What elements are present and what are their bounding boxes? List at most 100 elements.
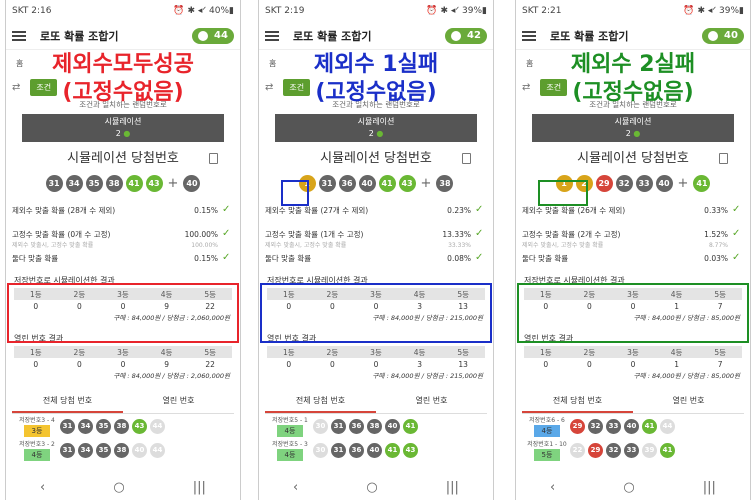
count-badge[interactable]: 42 <box>445 27 487 44</box>
history-balls: 31 34 35 38 40 44 <box>60 442 165 458</box>
probability-label: 둘다 맞출 확률 <box>12 253 59 263</box>
count-badge[interactable]: 44 <box>192 27 234 44</box>
result-tabs: 전체 당첨 번호 열린 번호 <box>265 390 487 414</box>
tab-all-winning[interactable]: 전체 당첨 번호 <box>522 390 633 413</box>
history-ball: 40 <box>385 418 400 434</box>
history-ball: 35 <box>96 418 111 434</box>
back-icon[interactable]: ‹ <box>550 480 555 495</box>
probability-row: 둘다 맞출 확률 0.15% ✓ <box>6 250 240 266</box>
recent-apps-icon[interactable]: ||| <box>446 480 459 495</box>
count-value: 42 <box>467 30 481 41</box>
condition-chip[interactable]: 조건 <box>540 78 568 96</box>
status-icons: ⏰ ✱ ◂ᐟ 39%▮ <box>426 6 487 16</box>
history-ball: 34 <box>78 442 93 458</box>
note-label: 제외수 맞출시, 고정수 맞출 확률 <box>522 242 604 249</box>
history-ball: 38 <box>114 442 129 458</box>
rank-header: 2등 <box>310 346 355 358</box>
filter-icon[interactable]: ⇄ <box>265 82 273 93</box>
highlight-box-saved-result <box>260 283 492 343</box>
winning-ball: 35 <box>85 174 103 192</box>
winning-ball: 43 <box>398 174 416 192</box>
result-title: 시뮬레이션 당첨번호 <box>6 146 240 172</box>
history-balls: 30 31 36 38 40 41 <box>313 418 418 434</box>
comparison-image: SKT 2:16 ⏰ ✱ ◂ᐟ 40%▮ 로또 확률 조합기 44 홈 ⇄ 조건 조건과 일치… <box>0 0 751 500</box>
nav-row: 홈 <box>516 50 750 76</box>
filter-icon[interactable]: ⇄ <box>12 82 20 93</box>
rank-count: 0 <box>120 360 126 369</box>
recent-apps-icon[interactable]: ||| <box>703 480 716 495</box>
condition-chip[interactable]: 조건 <box>30 78 58 96</box>
nav-home-tab[interactable]: 홈 <box>16 58 23 69</box>
history-ball: 34 <box>78 418 93 434</box>
history-ball: 22 <box>570 442 585 458</box>
condition-chip[interactable]: 조건 <box>283 78 311 96</box>
history-row[interactable]: 저장번호3 - 4 3등 31 34 35 38 43 44 <box>6 414 240 438</box>
count-badge[interactable]: 40 <box>702 27 744 44</box>
tab-all-winning[interactable]: 전체 당첨 번호 <box>265 390 376 413</box>
phone-screen-2: SKT 2:19 ⏰ ✱ ◂ᐟ 39%▮ 로또 확률 조합기 42 홈 ⇄ 조건 조건과 일치… <box>258 0 494 500</box>
tab-all-winning[interactable]: 전체 당첨 번호 <box>12 390 123 413</box>
copy-icon[interactable] <box>209 153 218 164</box>
history-balls: 29 32 33 40 41 44 <box>570 418 675 434</box>
status-time: SKT 2:21 <box>522 6 562 16</box>
bonus-ball: 38 <box>436 174 454 192</box>
simulation-label: 시뮬레이션 <box>104 117 142 126</box>
filter-row: ⇄ 조건 <box>259 76 493 98</box>
history-ball: 44 <box>150 442 165 458</box>
winning-ball: 41 <box>378 174 396 192</box>
status-bar: SKT 2:19 ⏰ ✱ ◂ᐟ 39%▮ <box>259 0 493 22</box>
note-value: 33.33% <box>448 242 471 249</box>
winning-ball: 40 <box>655 174 673 192</box>
rank-header: 4등 <box>654 346 699 358</box>
nav-home-tab[interactable]: 홈 <box>269 58 276 69</box>
history-row[interactable]: 저장번호1 - 10 5등 22 29 32 33 39 41 <box>516 438 750 462</box>
simulation-button[interactable]: 시뮬레이션 2 ● <box>532 114 734 142</box>
app-bar: 로또 확률 조합기 42 <box>259 22 493 50</box>
simulation-button[interactable]: 시뮬레이션 2 ● <box>22 114 224 142</box>
history-ball: 32 <box>588 418 603 434</box>
highlight-box-saved-result <box>517 283 749 343</box>
count-value: 44 <box>214 30 228 41</box>
result-title-text: 시뮬레이션 당첨번호 <box>577 151 689 166</box>
history-label: 저장번호3 - 2 <box>19 441 55 448</box>
menu-icon[interactable] <box>265 30 279 41</box>
history-ball: 32 <box>606 442 621 458</box>
rank-count: 0 <box>33 360 39 369</box>
menu-icon[interactable] <box>12 30 26 41</box>
check-icon: ✓ <box>475 204 484 215</box>
rank-count: 0 <box>543 360 549 369</box>
home-icon[interactable]: ○ <box>113 480 124 495</box>
note-label: 제외수 맞출시, 고정수 맞출 확률 <box>12 242 94 249</box>
tab-open-numbers[interactable]: 열린 번호 <box>123 390 234 413</box>
probability-label: 제외수 맞출 확률 (26개 수 제외) <box>522 205 626 215</box>
home-icon[interactable]: ○ <box>623 480 634 495</box>
home-icon[interactable]: ○ <box>366 480 377 495</box>
result-title-text: 시뮬레이션 당첨번호 <box>67 151 179 166</box>
probability-label: 고정수 맞출 확률 (1개 수 고정) <box>265 229 364 239</box>
winning-ball: 36 <box>338 174 356 192</box>
filter-icon[interactable]: ⇄ <box>522 82 530 93</box>
history-ball: 41 <box>642 418 657 434</box>
history-row[interactable]: 저장번호6 - 6 4등 29 32 33 40 41 44 <box>516 414 750 438</box>
app-title: 로또 확률 조합기 <box>293 29 372 43</box>
open-result-table: 1등 2등 3등 4등 5등 0 0 0 9 22 <box>14 346 232 371</box>
back-icon[interactable]: ‹ <box>293 480 298 495</box>
menu-icon[interactable] <box>522 30 536 41</box>
winning-ball: 43 <box>145 174 163 192</box>
winning-ball: 41 <box>125 174 143 192</box>
tab-open-numbers[interactable]: 열린 번호 <box>376 390 487 413</box>
simulation-button[interactable]: 시뮬레이션 2 ● <box>275 114 477 142</box>
back-icon[interactable]: ‹ <box>40 480 45 495</box>
result-title-text: 시뮬레이션 당첨번호 <box>320 151 432 166</box>
history-row[interactable]: 저장번호3 - 2 4등 31 34 35 38 40 44 <box>6 438 240 462</box>
history-row[interactable]: 저장번호5 - 1 4등 30 31 36 38 40 41 <box>259 414 493 438</box>
history-ball: 43 <box>132 418 147 434</box>
nav-home-tab[interactable]: 홈 <box>526 58 533 69</box>
history-label: 저장번호5 - 3 <box>272 441 308 448</box>
copy-icon[interactable] <box>719 153 728 164</box>
recent-apps-icon[interactable]: ||| <box>193 480 206 495</box>
tab-open-numbers[interactable]: 열린 번호 <box>633 390 744 413</box>
history-row[interactable]: 저장번호5 - 3 4등 30 31 36 40 41 43 <box>259 438 493 462</box>
copy-icon[interactable] <box>462 153 471 164</box>
